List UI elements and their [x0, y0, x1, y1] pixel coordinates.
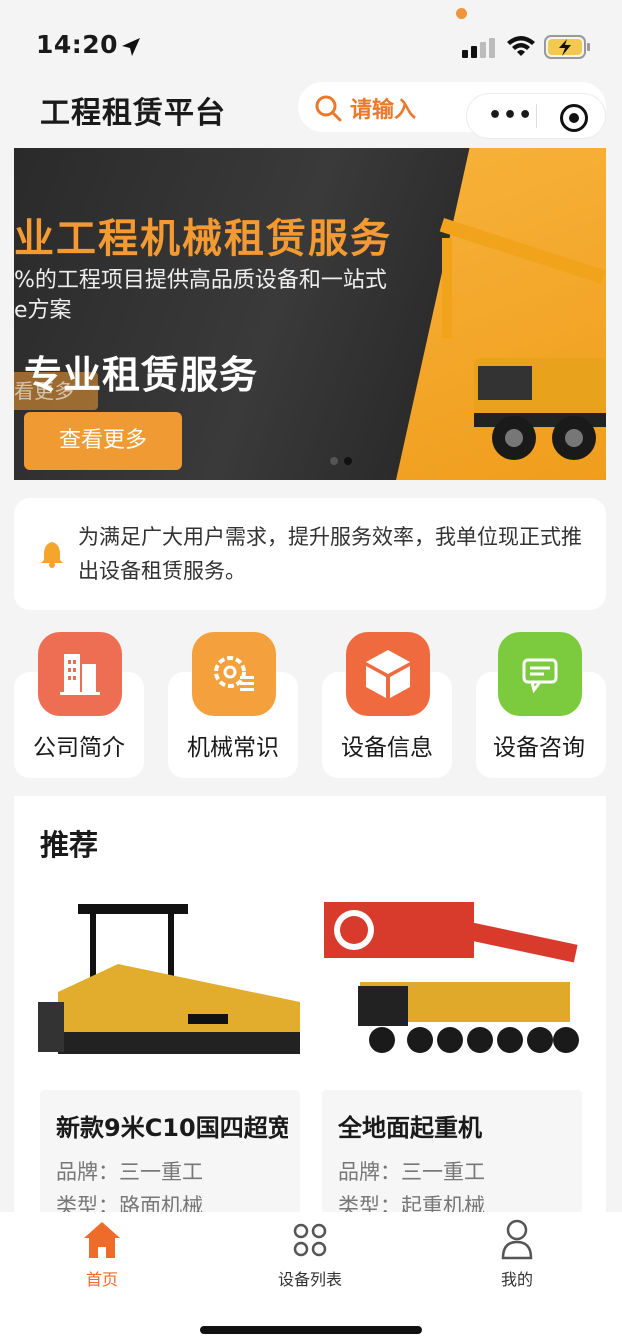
product-image-paver[interactable]	[38, 882, 300, 1082]
signal-icon	[462, 38, 495, 58]
recommend-title: 推荐	[40, 828, 99, 862]
gear-list-icon[interactable]	[192, 632, 276, 716]
building-icon[interactable]	[38, 632, 122, 716]
banner-subtitle-line2: e方案	[14, 298, 72, 323]
recording-indicator	[456, 8, 467, 19]
notice-text: 为满足广大用户需求，提升服务效率，我单位现正式推出设备租赁服务。	[78, 525, 582, 583]
view-more-button[interactable]: 查看更多	[24, 412, 182, 470]
tab-profile[interactable]: 我的	[457, 1266, 577, 1290]
user-icon[interactable]	[500, 1218, 534, 1260]
chat-icon[interactable]	[498, 632, 582, 716]
product-brand: 品牌：三一重工	[56, 1160, 203, 1184]
home-icon[interactable]	[82, 1220, 122, 1260]
category-label-company[interactable]: 公司简介	[4, 728, 154, 762]
product-name[interactable]: 全地面起重机	[338, 1108, 570, 1143]
home-indicator	[200, 1326, 422, 1334]
wifi-icon	[507, 36, 535, 56]
battery-icon	[544, 35, 590, 59]
close-miniprogram-icon[interactable]	[560, 104, 588, 132]
banner-subtitle: %的工程项目提供高品质设备和一站式 e方案	[14, 266, 387, 326]
tab-home[interactable]: 首页	[42, 1266, 162, 1290]
category-label-consult[interactable]: 设备咨询	[464, 728, 614, 762]
product-brand: 品牌：三一重工	[338, 1160, 485, 1184]
tab-equipment-list[interactable]: 设备列表	[250, 1266, 370, 1290]
carousel-dots	[330, 450, 358, 469]
product-name[interactable]: 新款9米C10国四超宽	[56, 1108, 288, 1143]
category-label-info[interactable]: 设备信息	[312, 728, 462, 762]
crane-truck-image	[439, 218, 606, 460]
banner-carousel[interactable]: 业工程机械租赁服务 %的工程项目提供高品质设备和一站式 e方案 看更多 专业租赁…	[14, 148, 606, 480]
cube-icon[interactable]	[346, 632, 430, 716]
bell-icon	[41, 542, 63, 568]
banner-subtitle-line1: %的工程项目提供高品质设备和一站式	[14, 268, 387, 293]
app-title: 工程租赁平台	[40, 96, 226, 131]
banner-headline: 专业租赁服务	[24, 353, 259, 397]
banner-title: 业工程机械租赁服务	[14, 216, 392, 262]
capsule-divider	[536, 104, 537, 128]
search-icon	[315, 95, 342, 122]
location-arrow-icon	[122, 38, 140, 56]
status-time: 14:20	[36, 30, 119, 59]
category-label-knowledge[interactable]: 机械常识	[158, 728, 308, 762]
grid-icon[interactable]	[292, 1222, 328, 1258]
more-icon[interactable]: •••	[488, 105, 533, 127]
search-placeholder[interactable]: 请输入	[350, 92, 416, 124]
product-image-crane[interactable]	[320, 882, 582, 1082]
